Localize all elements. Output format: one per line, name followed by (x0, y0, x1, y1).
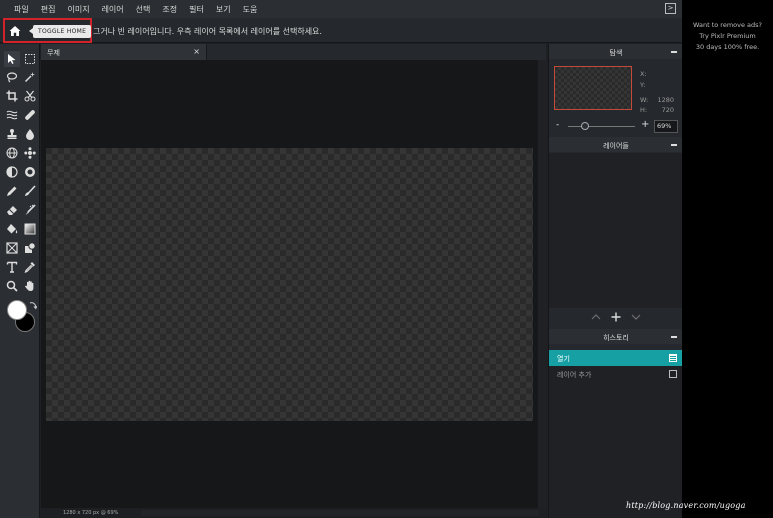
smudge-tool-icon[interactable] (22, 202, 38, 218)
hint-text: 그거나 빈 레이어입니다. 우측 레이어 목록에서 레이어를 선택하세요. (93, 27, 322, 36)
healing-tool-icon[interactable] (22, 107, 38, 123)
add-layer-icon[interactable] (611, 312, 621, 322)
layer-actions (549, 312, 683, 324)
document-tab-bar: 무제 × (41, 44, 546, 60)
pixlr-app: 파일 편집 이미지 레이어 선택 조정 필터 보기 도움 > 그거나 빈 레이어… (0, 0, 683, 518)
move-layer-down-icon[interactable] (631, 312, 641, 322)
navigator-header: 탐색 (549, 44, 683, 59)
menu-filter[interactable]: 필터 (189, 4, 204, 15)
layers-header: 레이어들 (549, 137, 683, 152)
zoom-slider-handle[interactable] (581, 122, 589, 130)
pattern-tool-icon[interactable] (22, 145, 38, 161)
zoom-tool-icon[interactable] (4, 278, 20, 294)
close-tab-icon[interactable]: × (193, 47, 200, 56)
home-highlight-box: TOGGLE HOME (3, 18, 92, 43)
horizontal-scrollbar[interactable] (141, 510, 539, 516)
foreground-color-swatch[interactable] (7, 300, 27, 320)
menu-help[interactable]: 도움 (243, 4, 258, 15)
navigator-thumbnail[interactable] (554, 66, 632, 110)
options-bar: 그거나 빈 레이어입니다. 우측 레이어 목록에서 레이어를 선택하세요. TO… (0, 18, 682, 43)
right-panels: 탐색 X: Y: W: 1280 H: 720 - + 69% 레이어들 히스토… (548, 44, 683, 518)
navigator-width-value: 1280 (657, 96, 674, 104)
history-item-label: 레이어 추가 (557, 371, 592, 379)
scissors-tool-icon[interactable] (22, 88, 38, 104)
ad-line-2[interactable]: Try Pixlr Premium (682, 31, 773, 41)
vertical-scrollbar[interactable] (538, 60, 546, 508)
zoom-value-input[interactable]: 69% (654, 120, 678, 133)
ad-panel: Want to remove ads? Try Pixlr Premium 30… (682, 0, 773, 518)
layers-list[interactable] (549, 153, 683, 308)
move-layer-up-icon[interactable] (591, 312, 601, 322)
shape-tool-icon[interactable] (22, 240, 38, 256)
history-collapse-icon[interactable] (671, 336, 677, 338)
document-tab[interactable]: 무제 × (41, 44, 207, 60)
eraser-tool-icon[interactable] (4, 202, 20, 218)
zoom-in-button[interactable]: + (641, 119, 649, 130)
ad-line-3[interactable]: 30 days 100% free. (682, 42, 773, 52)
hand-tool-icon[interactable] (22, 278, 38, 294)
history-open-doc-icon (669, 354, 677, 362)
history-title: 히스토리 (603, 334, 629, 342)
navigator-collapse-icon[interactable] (671, 51, 677, 53)
pencil-tool-icon[interactable] (4, 183, 20, 199)
transparent-canvas[interactable] (46, 148, 533, 421)
sponge-tool-icon[interactable] (22, 164, 38, 180)
history-header: 히스토리 (549, 329, 683, 344)
home-icon[interactable] (9, 25, 21, 37)
navigator-height-value: 720 (661, 106, 674, 114)
menu-view[interactable]: 보기 (216, 4, 231, 15)
bucket-fill-tool-icon[interactable] (4, 221, 20, 237)
zoom-control: - + 69% (549, 119, 683, 134)
zoom-out-button[interactable]: - (556, 120, 559, 130)
navigator-x-label: X: (640, 70, 647, 78)
blur-tool-icon[interactable] (22, 126, 38, 142)
document-area: 무제 × 1280 x 720 px @ 69% (41, 44, 546, 518)
zoom-slider-track[interactable] (568, 126, 635, 127)
history-list (549, 366, 683, 518)
fullscreen-toggle-icon[interactable]: > (665, 3, 676, 14)
dodge-burn-tool-icon[interactable] (4, 164, 20, 180)
menu-edit[interactable]: 편집 (41, 4, 56, 15)
navigator-y-label: Y: (640, 81, 646, 89)
history-checkbox-icon[interactable] (669, 370, 677, 378)
layers-title: 레이어들 (603, 142, 629, 150)
history-item-add-layer[interactable]: 레이어 추가 (549, 366, 683, 382)
tools-panel (0, 44, 40, 518)
menu-select[interactable]: 선택 (136, 4, 151, 15)
layers-collapse-icon[interactable] (671, 144, 677, 146)
liquify-tool-icon[interactable] (4, 107, 20, 123)
lasso-tool-icon[interactable] (4, 69, 20, 85)
clone-stamp-tool-icon[interactable] (4, 126, 20, 142)
history-item-open[interactable]: 열기 (549, 350, 683, 366)
image-placeholder-tool-icon[interactable] (4, 240, 20, 256)
canvas-size-status: 1280 x 720 px @ 69% (63, 510, 119, 516)
ad-line-1[interactable]: Want to remove ads? (682, 20, 773, 30)
gradient-tool-icon[interactable] (22, 221, 38, 237)
menu-file[interactable]: 파일 (14, 4, 29, 15)
spherize-tool-icon[interactable] (4, 145, 20, 161)
toggle-home-tooltip: TOGGLE HOME (28, 25, 92, 38)
swap-colors-icon[interactable] (28, 301, 37, 310)
menu-image[interactable]: 이미지 (67, 4, 89, 15)
menu-adjust[interactable]: 조정 (162, 4, 177, 15)
crop-tool-icon[interactable] (4, 88, 20, 104)
marquee-tool-icon[interactable] (22, 51, 38, 67)
blog-watermark: http://blog.naver.com/ugoga (626, 501, 746, 510)
history-item-label: 열기 (557, 355, 570, 363)
color-picker-tool-icon[interactable] (22, 259, 38, 275)
canvas-viewport[interactable] (41, 60, 546, 508)
magic-wand-tool-icon[interactable] (22, 69, 38, 85)
brush-tool-icon[interactable] (22, 183, 38, 199)
document-tab-title: 무제 (47, 49, 60, 57)
text-tool-icon[interactable] (4, 259, 20, 275)
move-tool-icon[interactable] (4, 51, 20, 67)
menu-layer[interactable]: 레이어 (102, 4, 124, 15)
navigator-title: 탐색 (609, 49, 623, 57)
menu-bar: 파일 편집 이미지 레이어 선택 조정 필터 보기 도움 > (0, 0, 682, 18)
